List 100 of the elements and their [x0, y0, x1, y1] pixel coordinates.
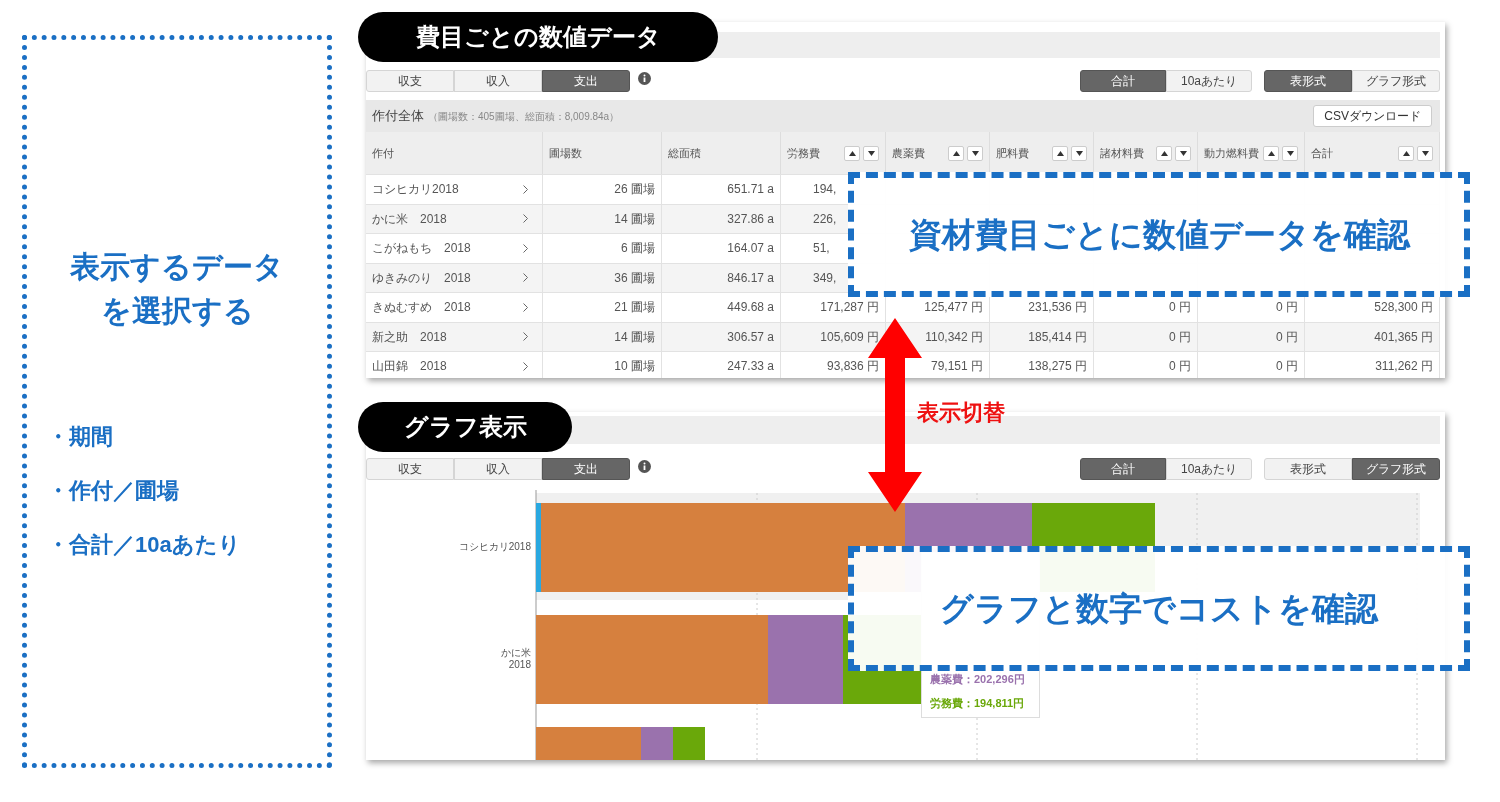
- table-cell-text: 79,151 円: [930, 358, 983, 376]
- toggle-tab[interactable]: 支出: [542, 458, 630, 480]
- table-cell-text: 14 圃場: [614, 328, 655, 346]
- sort-descending-button[interactable]: [863, 145, 879, 161]
- table-cell-text: 26 圃場: [614, 181, 655, 199]
- chevron-right-icon[interactable]: [523, 273, 528, 283]
- toggle-tab[interactable]: 合計: [1080, 458, 1166, 480]
- table-cell-text: 651.71 a: [727, 181, 774, 199]
- table-cell-text: 0 円: [1169, 299, 1191, 317]
- toggle-tab[interactable]: グラフ形式: [1352, 70, 1440, 92]
- csv-download-button[interactable]: CSVダウンロード: [1313, 105, 1432, 127]
- table-cell-text: コシヒカリ2018: [372, 181, 459, 199]
- table-cell-text: 528,300 円: [1374, 299, 1433, 317]
- sort-descending-button[interactable]: [1282, 145, 1298, 161]
- table-cell-text: 185,414 円: [1028, 328, 1087, 346]
- toggle-tab[interactable]: 表形式: [1264, 458, 1352, 480]
- table-cell-text: 51,: [813, 240, 830, 258]
- table-cell-text: 105,609 円: [820, 328, 879, 346]
- column-header: 作付: [372, 146, 394, 160]
- column-header: 諸材料費: [1100, 146, 1144, 160]
- column-header: 労務費: [787, 146, 820, 160]
- triangle-down-icon: [867, 150, 875, 156]
- triangle-up-icon: [1056, 150, 1064, 156]
- table-cell-text: 449.68 a: [727, 299, 774, 317]
- column-header: 肥料費: [996, 146, 1029, 160]
- toggle-tab[interactable]: 10aあたり: [1166, 458, 1252, 480]
- column-header: 農薬費: [892, 146, 925, 160]
- sort-ascending-button[interactable]: [1156, 145, 1172, 161]
- table-cell-text: 0 円: [1276, 299, 1298, 317]
- sort-descending-button[interactable]: [1417, 145, 1433, 161]
- table-cell-text: 0 円: [1169, 328, 1191, 346]
- column-header: 総面積: [668, 146, 701, 160]
- chevron-right-icon[interactable]: [523, 214, 528, 224]
- table-cell-text: 327.86 a: [727, 210, 774, 228]
- triangle-up-icon: [848, 150, 856, 156]
- table-cell-text: ゆきみのり 2018: [372, 269, 471, 287]
- triangle-up-icon: [952, 150, 960, 156]
- triangle-down-icon: [1286, 150, 1294, 156]
- sort-ascending-button[interactable]: [948, 145, 964, 161]
- table-cell-text: きぬむすめ 2018: [372, 299, 471, 317]
- chevron-right-icon[interactable]: [523, 361, 528, 371]
- sort-descending-button[interactable]: [1071, 145, 1087, 161]
- column-header: 動力燃料費: [1204, 146, 1260, 160]
- bullet-item: ・作付／圃場: [47, 477, 180, 505]
- chevron-right-icon[interactable]: [523, 243, 528, 253]
- bullet-item: ・合計／10aあたり: [47, 531, 241, 559]
- info-icon[interactable]: [638, 459, 651, 473]
- triangle-up-icon: [1402, 150, 1410, 156]
- sort-ascending-button[interactable]: [1052, 145, 1068, 161]
- table-cell-text: 0 円: [1169, 358, 1191, 376]
- toggle-tab[interactable]: 収支: [366, 70, 454, 92]
- table-cell-text: 110,342 円: [925, 328, 983, 346]
- callout-text: グラフと数字でコストを確認: [940, 588, 1378, 629]
- table-cell-text: 0 円: [1276, 358, 1298, 376]
- callout-text: 資材費目ごとに数値データを確認: [908, 214, 1410, 255]
- panel-title: 表示するデータ: [70, 249, 284, 285]
- chevron-right-icon[interactable]: [523, 184, 528, 194]
- triangle-down-icon: [1179, 150, 1187, 156]
- table-cell-text: 10 圃場: [614, 358, 655, 376]
- toggle-tab[interactable]: 10aあたり: [1166, 70, 1252, 92]
- sort-descending-button[interactable]: [967, 145, 983, 161]
- toggle-tab[interactable]: グラフ形式: [1352, 458, 1440, 480]
- chevron-right-icon[interactable]: [523, 332, 528, 342]
- table-cell-text: 349,: [813, 269, 837, 287]
- table-cell-text: 846.17 a: [727, 269, 774, 287]
- column-header: 圃場数: [549, 146, 582, 160]
- table-cell-text: 171,287 円: [820, 299, 879, 317]
- column-header: 合計: [1311, 146, 1333, 160]
- sort-descending-button[interactable]: [1175, 145, 1191, 161]
- triangle-down-icon: [1075, 150, 1083, 156]
- table-cell-text: かに米 2018: [372, 210, 447, 228]
- toggle-tab[interactable]: 収入: [454, 70, 542, 92]
- table-cell-text: 新之助 2018: [372, 328, 447, 346]
- triangle-up-icon: [1160, 150, 1168, 156]
- sort-ascending-button[interactable]: [844, 145, 860, 161]
- toggle-tab[interactable]: 支出: [542, 70, 630, 92]
- sort-ascending-button[interactable]: [1398, 145, 1414, 161]
- table-cell-text: 231,536 円: [1028, 299, 1087, 317]
- sort-ascending-button[interactable]: [1263, 145, 1279, 161]
- triangle-down-icon: [971, 150, 979, 156]
- toggle-tab[interactable]: 表形式: [1264, 70, 1352, 92]
- table-cell-text: 21 圃場: [614, 299, 655, 317]
- table-cell-text: こがねもち 2018: [372, 240, 471, 258]
- table-cell-text: 194,: [813, 181, 837, 199]
- table-cell-text: 6 圃場: [621, 240, 655, 258]
- info-icon[interactable]: [638, 71, 651, 85]
- toggle-tab[interactable]: 収入: [454, 458, 542, 480]
- toggle-tab[interactable]: 合計: [1080, 70, 1166, 92]
- table-cell-text: 164.07 a: [727, 240, 774, 258]
- tooltip-line: 農薬費：202,296円: [930, 673, 1026, 685]
- toggle-tab[interactable]: 収支: [366, 458, 454, 480]
- table-cell-text: 14 圃場: [614, 210, 655, 228]
- summary-title: 作付全体: [372, 107, 424, 126]
- triangle-up-icon: [1267, 150, 1275, 156]
- chevron-right-icon[interactable]: [523, 302, 528, 312]
- table-cell-text: 125,477 円: [924, 299, 983, 317]
- table-cell-text: 36 圃場: [614, 269, 655, 287]
- panel-title: を選択する: [100, 293, 254, 329]
- bar-segment[interactable]: [541, 503, 905, 592]
- table-cell-text: 93,836 円: [826, 358, 879, 376]
